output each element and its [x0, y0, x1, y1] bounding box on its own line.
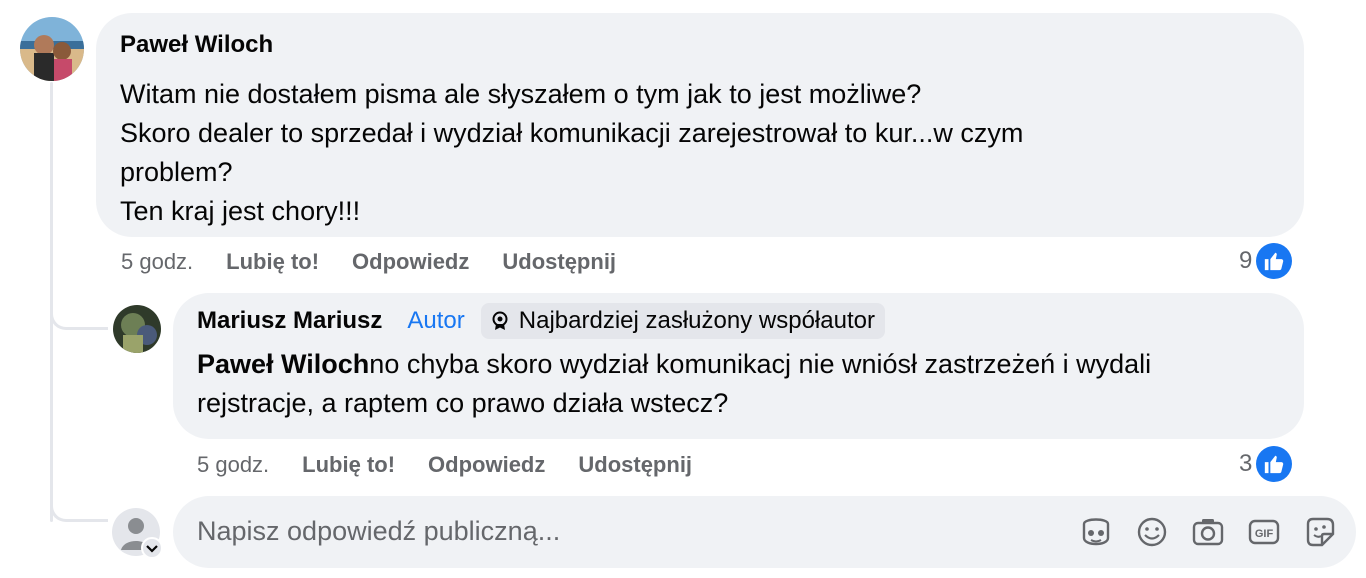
reaction-count-value: 9	[1239, 247, 1253, 274]
comment-actions: 5 godz. Lubię to! Odpowiedz Udostępnij	[121, 249, 649, 275]
reaction-count[interactable]: 3	[1239, 446, 1293, 482]
comment-text-line: Ten kraj jest chory!!!	[120, 196, 361, 226]
avatar[interactable]	[113, 305, 161, 353]
emoji-icon[interactable]	[1134, 514, 1170, 550]
comment-timestamp[interactable]: 5 godz.	[197, 452, 269, 478]
share-button[interactable]: Udostępnij	[578, 452, 692, 478]
thumbs-up-icon	[1256, 243, 1293, 279]
reaction-count[interactable]: 9	[1239, 243, 1293, 279]
contributor-badge-label: Najbardziej zasłużony współautor	[518, 307, 875, 334]
thread-connector	[50, 290, 108, 330]
share-button[interactable]: Udostępnij	[502, 249, 616, 275]
mention-link[interactable]: Paweł Wiloch	[197, 349, 369, 379]
comment-text-line: Skoro dealer to sprzedał i wydział komun…	[120, 118, 1024, 148]
author-badge: Autor	[407, 307, 465, 334]
comment-actions: 5 godz. Lubię to! Odpowiedz Udostępnij	[197, 452, 725, 478]
reply-button[interactable]: Odpowiedz	[428, 452, 545, 478]
like-button[interactable]: Lubię to!	[302, 452, 395, 478]
comment-text-line: rejstracje, a raptem co prawo działa wst…	[197, 388, 729, 418]
like-button[interactable]: Lubię to!	[226, 249, 319, 275]
current-user-avatar[interactable]	[112, 508, 163, 559]
avatar-sticker-icon[interactable]	[1078, 514, 1114, 550]
thread-connector	[50, 480, 108, 522]
comment-bubble: Mariusz Mariusz Autor Najbardziej zasłuż…	[173, 293, 1304, 439]
reply-composer[interactable]: Napisz odpowiedź publiczną... GIF	[173, 496, 1356, 568]
comment-text-line: Witam nie dostałem pisma ale słyszałem o…	[120, 79, 922, 109]
avatar[interactable]	[20, 17, 84, 81]
comment-timestamp[interactable]: 5 godz.	[121, 249, 193, 275]
sticker-icon[interactable]	[1302, 514, 1338, 550]
comment-bubble: Paweł Wiloch Witam nie dostałem pisma al…	[96, 13, 1304, 237]
camera-icon[interactable]	[1190, 514, 1226, 550]
gif-icon[interactable]: GIF	[1246, 514, 1282, 550]
reaction-count-value: 3	[1239, 450, 1253, 477]
svg-text:GIF: GIF	[1255, 528, 1274, 540]
top-contributor-badge: Najbardziej zasłużony współautor	[480, 303, 885, 339]
comment-author[interactable]: Mariusz Mariusz	[197, 307, 382, 335]
comment-text-line: no chyba skoro wydział komunikacj nie wn…	[369, 349, 1152, 379]
reply-input[interactable]: Napisz odpowiedź publiczną...	[197, 516, 560, 547]
comment-author[interactable]: Paweł Wiloch	[120, 31, 273, 59]
reply-button[interactable]: Odpowiedz	[352, 249, 469, 275]
comment-text-line: problem?	[120, 157, 233, 187]
thumbs-up-icon	[1256, 446, 1293, 482]
contributor-icon	[492, 311, 508, 330]
